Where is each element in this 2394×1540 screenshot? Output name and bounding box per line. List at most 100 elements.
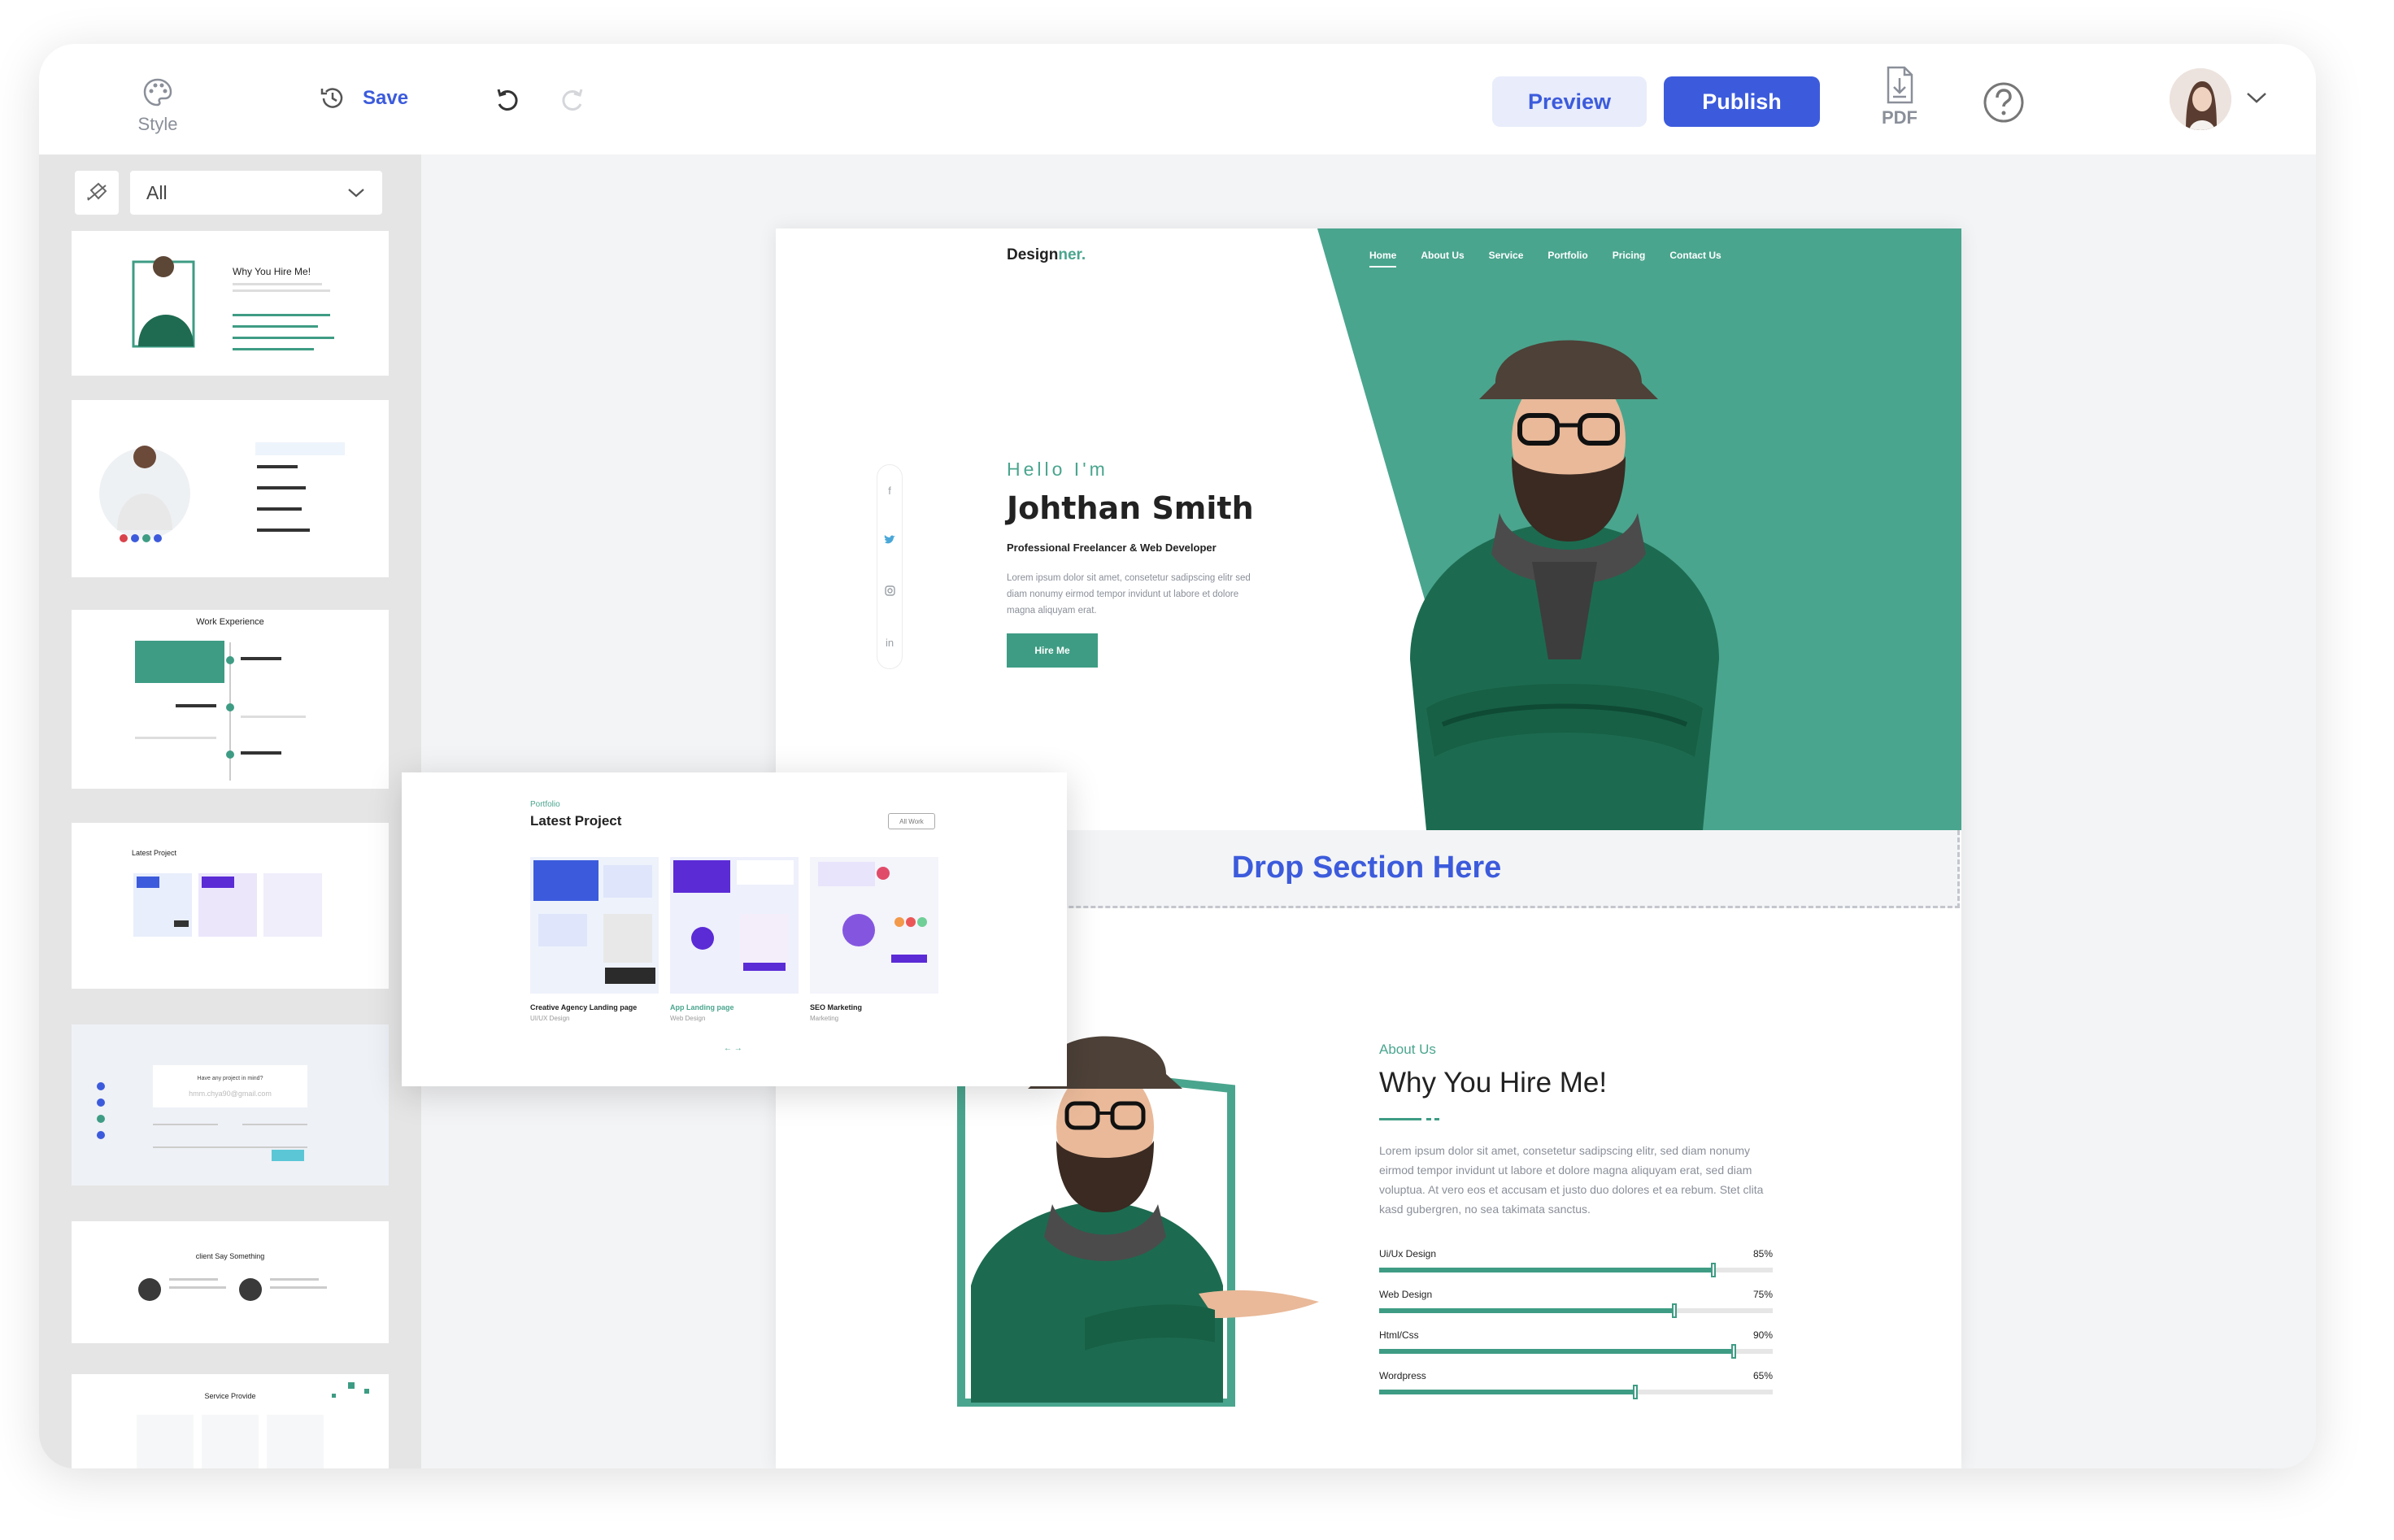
project-title: SEO Marketing: [810, 1003, 863, 1011]
sections-sidebar: All Why You Hire Me! Work Experience Lat…: [39, 154, 421, 1468]
hero-section[interactable]: Designner. Home About Us Service Portfol…: [776, 228, 1961, 830]
save-button[interactable]: Save: [317, 83, 408, 114]
title-underline: [1379, 1118, 1439, 1120]
thumbnail-preview: client Say Something: [138, 1252, 327, 1301]
logo-text: Design: [1007, 246, 1059, 263]
skill-name: Html/Css: [1379, 1329, 1419, 1341]
account-menu-toggle[interactable]: [2244, 89, 2269, 110]
thumbnail-title: Have any project in mind?: [198, 1076, 263, 1081]
category-filter-value: All: [146, 181, 168, 203]
skill-name: Ui/Ux Design: [1379, 1248, 1437, 1259]
instagram-glyph: [884, 585, 895, 596]
undo-button[interactable]: [491, 83, 524, 120]
section-thumbnail-service-provide[interactable]: Service Provide: [72, 1374, 389, 1468]
redo-button[interactable]: [556, 83, 589, 120]
skill-name: Wordpress: [1379, 1370, 1426, 1381]
linkedin-icon[interactable]: in: [886, 637, 894, 649]
chevron-down-icon: [2247, 93, 2266, 103]
card-title: Latest Project: [530, 813, 622, 829]
category-filter-select[interactable]: All: [130, 171, 382, 215]
hero-person-photo: [1410, 340, 1719, 830]
hero-greeting: Hello I'm: [1007, 459, 1108, 480]
section-thumbnail-why-you-hire-me[interactable]: Why You Hire Me!: [72, 231, 389, 376]
twitter-icon[interactable]: [884, 534, 895, 547]
skill-bar: Html/Css 90%: [1379, 1329, 1773, 1368]
skill-name: Web Design: [1379, 1289, 1433, 1300]
nav-item-home[interactable]: Home: [1369, 250, 1397, 268]
help-icon: [1983, 82, 2024, 123]
thumbnail-title: Latest Project: [132, 849, 177, 857]
filter-toggle[interactable]: [75, 171, 119, 215]
preview-button[interactable]: Preview: [1492, 76, 1647, 127]
about-eyebrow: About Us: [1379, 1042, 1436, 1057]
pdf-label: PDF: [1882, 107, 1917, 128]
pdf-download-icon: [1887, 66, 1913, 104]
skill-bar: Web Design 75%: [1379, 1289, 1773, 1328]
site-logo[interactable]: Designner.: [1007, 246, 1086, 264]
user-avatar-image: [2170, 68, 2231, 130]
skill-track: [1379, 1344, 1773, 1359]
nav-item-pricing[interactable]: Pricing: [1613, 250, 1646, 268]
nav-item-portfolio[interactable]: Portfolio: [1547, 250, 1587, 268]
undo-icon: [497, 89, 518, 111]
thumbnail-preview: Why You Hire Me!: [132, 256, 334, 350]
project-thumbnail: [670, 857, 799, 994]
nav-item-service[interactable]: Service: [1489, 250, 1524, 268]
save-label: Save: [363, 87, 409, 109]
history-icon: [320, 88, 343, 108]
project-title: Creative Agency Landing page: [530, 1003, 638, 1011]
avatar[interactable]: [2170, 68, 2231, 130]
skill-fill: [1379, 1308, 1674, 1313]
dragging-section-card[interactable]: Portfolio Latest Project All Work Creati…: [402, 772, 1067, 1086]
project-thumbnail: [530, 857, 659, 994]
section-thumbnail-work-experience[interactable]: Work Experience: [72, 610, 389, 789]
about-description: Lorem ipsum dolor sit amet, consetetur s…: [1379, 1144, 1764, 1216]
skill-handle[interactable]: [1632, 1385, 1638, 1399]
style-tool[interactable]: Style: [117, 76, 198, 135]
skill-handle[interactable]: [1672, 1303, 1677, 1318]
logo-accent: ner.: [1058, 246, 1086, 263]
paint-bucket-icon: [87, 182, 107, 201]
skill-percent: 90%: [1752, 1329, 1773, 1341]
skill-track: [1379, 1263, 1773, 1277]
thumbnail-email: hmm.chya90@gmail.com: [189, 1090, 272, 1098]
project-category: Marketing: [810, 1015, 839, 1022]
project-title: App Landing page: [670, 1003, 734, 1011]
skill-fill: [1379, 1349, 1734, 1354]
section-thumbnail-latest-project[interactable]: Latest Project: [72, 823, 389, 989]
top-toolbar: Style Save Preview Publish PDF: [39, 44, 2316, 154]
skill-percent: 65%: [1752, 1370, 1773, 1381]
builder-window: Style Save Preview Publish PDF All Why Y…: [39, 44, 2316, 1468]
skill-fill: [1379, 1268, 1714, 1272]
hero-description: Lorem ipsum dolor sit amet, consetetur s…: [1007, 573, 1251, 616]
skill-bar: Wordpress 65%: [1379, 1370, 1773, 1409]
section-thumbnail-client-say-something[interactable]: client Say Something: [72, 1221, 389, 1343]
publish-button[interactable]: Publish: [1664, 76, 1820, 127]
section-thumbnail-services-list[interactable]: [72, 400, 389, 577]
nav-item-contact[interactable]: Contact Us: [1669, 250, 1721, 268]
carousel-arrows[interactable]: ← →: [724, 1044, 742, 1053]
thumbnail-preview: Service Provide: [137, 1382, 369, 1468]
hero-green-panel: [1317, 228, 1961, 830]
skill-handle[interactable]: [1711, 1263, 1717, 1277]
thumbnail-preview: Latest Project: [132, 849, 322, 937]
thumbnail-preview: Work Experience: [135, 617, 306, 781]
skill-handle[interactable]: [1730, 1344, 1736, 1359]
section-thumbnail-contact[interactable]: Have any project in mind? hmm.chya90@gma…: [72, 1024, 389, 1185]
skill-bar: Ui/Ux Design 85%: [1379, 1248, 1773, 1287]
nav-item-about[interactable]: About Us: [1421, 250, 1464, 268]
thumbnail-preview: [99, 442, 345, 542]
pdf-export-button[interactable]: PDF: [1875, 65, 1924, 128]
instagram-icon[interactable]: [884, 585, 895, 598]
project-category: Web Design: [670, 1015, 706, 1022]
facebook-icon[interactable]: f: [888, 485, 891, 497]
card-eyebrow: Portfolio: [530, 800, 560, 809]
drop-section-label: Drop Section Here: [1231, 850, 1502, 885]
site-nav: Home About Us Service Portfolio Pricing …: [1369, 250, 1722, 268]
chevron-down-icon: [348, 189, 364, 198]
skill-fill: [1379, 1390, 1635, 1394]
help-button[interactable]: [1982, 80, 2026, 128]
project-category: UI/UX Design: [530, 1015, 570, 1022]
hire-me-button[interactable]: Hire Me: [1007, 633, 1098, 668]
card-filter-select[interactable]: All Work: [888, 813, 935, 829]
